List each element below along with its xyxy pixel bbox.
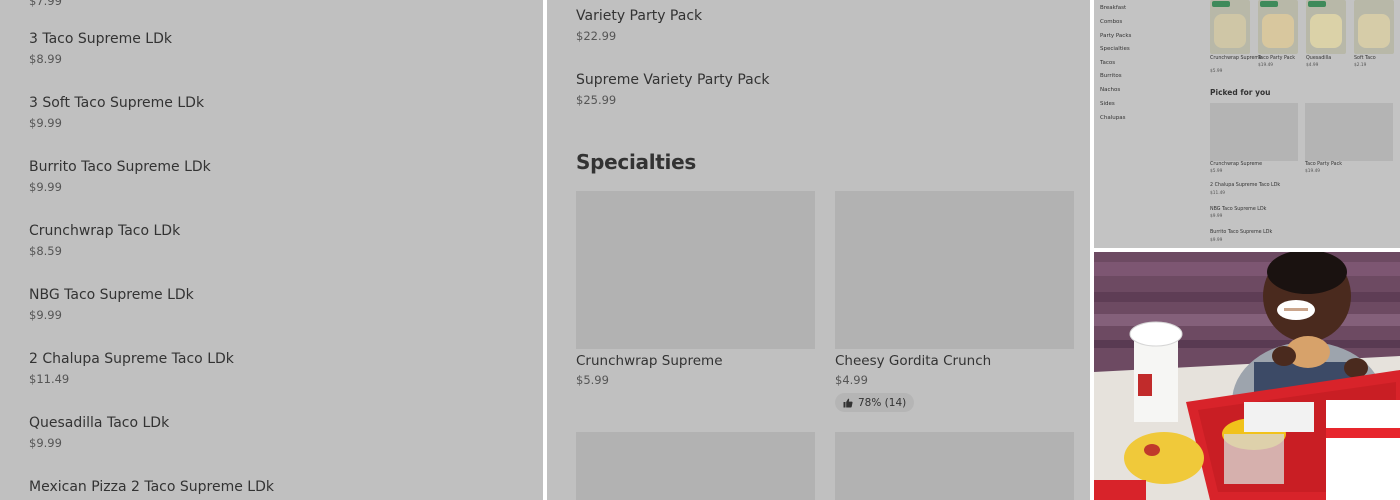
sidebar-item-specialties[interactable]: Specialties [1100,46,1130,52]
sidebar-item-nachos[interactable]: Nachos [1100,87,1120,93]
menu-item[interactable]: 2 Chalupa Supreme Taco LDk $11.49 [29,351,234,386]
sidebar-item-combos[interactable]: Combos [1100,19,1122,25]
menu-item-price: $22.99 [576,29,617,43]
menu-item-price: $25.99 [576,93,617,107]
menu-item-name: NBG Taco Supreme LDk [29,287,194,303]
featured-item-image[interactable] [1258,0,1298,54]
section-title: Specialties [576,150,696,174]
featured-item-price: $5.99 [1210,69,1223,74]
picked-list-name[interactable]: Burrito Taco Supreme LDk [1210,230,1272,236]
featured-item-image[interactable] [1210,0,1250,54]
restaurant-photo [1094,252,1400,500]
menu-item-price: $8.59 [29,244,62,258]
rating-text: 78% (14) [858,396,907,409]
featured-item-name: Soft Taco [1354,56,1376,61]
product-image-placeholder [835,191,1074,349]
thumbs-up-icon [843,398,853,407]
menu-item[interactable]: Supreme Variety Party Pack $25.99 [576,72,770,107]
menu-item-name: Crunchwrap Taco LDk [29,223,181,239]
picked-list-name[interactable]: 2 Chalupa Supreme Taco LDk [1210,183,1280,189]
picked-card-name: Crunchwrap Supreme [1210,162,1263,167]
child-eating-photo [1094,252,1400,500]
specialties-panel: Variety Party Pack $22.99 Supreme Variet… [547,0,1090,500]
product-card[interactable]: Cheesy Gordita Crunch $4.99 78% (14) [835,191,1074,412]
product-image-placeholder [576,191,815,349]
rating-badge: 78% (14) [835,393,915,412]
product-card[interactable]: Crunchwrap Supreme $5.99 [576,191,815,387]
sidebar-item-chalupas[interactable]: Chalupas [1100,115,1125,121]
picked-card-price: $5.99 [1210,169,1223,174]
product-name: Cheesy Gordita Crunch [835,353,992,369]
menu-item-name: Mexican Pizza 2 Taco Supreme LDk [29,479,274,495]
partial-item-price: $7.99 [29,0,62,8]
menu-item[interactable]: Mexican Pizza 2 Taco Supreme LDk [29,479,274,495]
sidebar-item-breakfast[interactable]: Breakfast [1100,5,1126,11]
featured-item-name: Taco Party Pack [1258,56,1296,61]
featured-item-name: Crunchwrap Supreme [1210,56,1263,61]
menu-item-price: $9.99 [29,308,62,322]
menu-item[interactable]: NBG Taco Supreme LDk $9.99 [29,287,194,322]
sidebar-item-sides[interactable]: Sides [1100,101,1115,107]
sidebar-item-burritos[interactable]: Burritos [1100,73,1122,79]
menu-item[interactable]: Crunchwrap Taco LDk $8.59 [29,223,180,258]
product-price: $4.99 [835,373,868,387]
product-price: $5.99 [576,373,609,387]
menu-item-name: 2 Chalupa Supreme Taco LDk [29,351,234,367]
sidebar-item-tacos[interactable]: Tacos [1100,60,1115,66]
picked-card-image[interactable] [1305,103,1393,161]
menu-list-panel: $7.99 3 Taco Supreme LDk $8.99 3 Soft Ta… [0,0,543,500]
picked-list-price: $9.99 [1210,214,1223,219]
menu-item-name: Variety Party Pack [576,8,703,24]
menu-item[interactable]: Quesadilla Taco LDk $9.99 [29,415,169,450]
featured-item-image[interactable] [1306,0,1346,54]
picked-list-price: $11.49 [1210,191,1226,196]
product-image-placeholder[interactable] [576,432,815,500]
menu-item-name: 3 Soft Taco Supreme LDk [29,95,205,111]
picked-list-price: $9.99 [1210,238,1223,243]
menu-item-name: Burrito Taco Supreme LDk [29,159,211,175]
section-heading: Picked for you [1210,88,1271,97]
picked-card-price: $19.49 [1305,169,1321,174]
featured-item-price: $4.99 [1306,63,1319,68]
menu-item[interactable]: Variety Party Pack $22.99 [576,8,702,43]
mini-store-page: Breakfast Combos Party Packs Specialties… [1094,0,1400,248]
picked-card-name: Taco Party Pack [1305,162,1343,167]
menu-item[interactable]: Burrito Taco Supreme LDk $9.99 [29,159,211,194]
menu-item-price: $8.99 [29,52,62,66]
product-image-placeholder[interactable] [835,432,1074,500]
menu-item[interactable]: 3 Soft Taco Supreme LDk $9.99 [29,95,204,130]
picked-card-image[interactable] [1210,103,1298,161]
sidebar-item-party-packs[interactable]: Party Packs [1100,33,1131,39]
product-name: Crunchwrap Supreme [576,353,723,369]
menu-item-price: $9.99 [29,436,62,450]
featured-item-price: $2.19 [1354,63,1367,68]
featured-item-price: $19.49 [1258,63,1274,68]
menu-item-name: 3 Taco Supreme LDk [29,31,172,47]
menu-item-price: $11.49 [29,372,70,386]
featured-item-name: Quesadilla [1306,56,1332,61]
menu-item-name: Supreme Variety Party Pack [576,72,770,88]
menu-item-price: $9.99 [29,180,62,194]
menu-item[interactable]: 3 Taco Supreme LDk $8.99 [29,31,172,66]
picked-list-name[interactable]: NBG Taco Supreme LDk [1210,207,1266,213]
menu-item-price: $9.99 [29,116,62,130]
featured-item-image[interactable] [1354,0,1394,54]
menu-item-name: Quesadilla Taco LDk [29,415,170,431]
